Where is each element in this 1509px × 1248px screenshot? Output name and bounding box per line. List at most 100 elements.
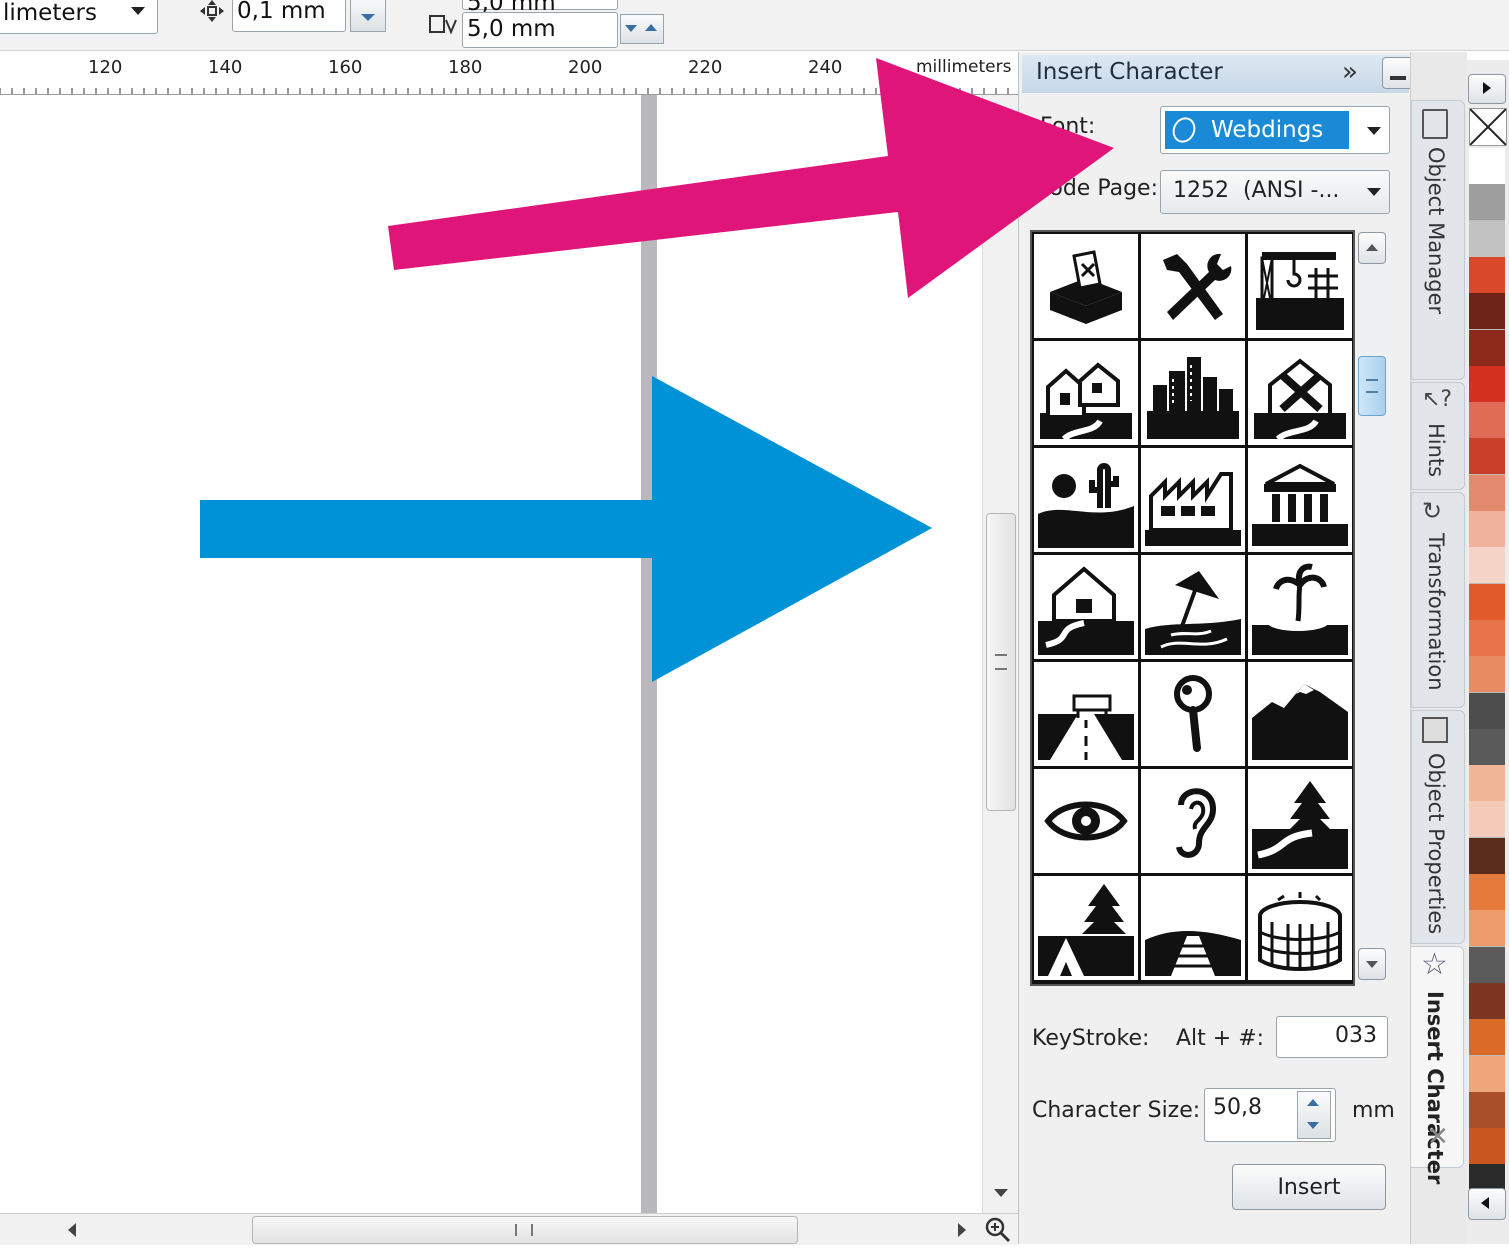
magnifier-icon[interactable] (1141, 662, 1245, 766)
house-deleted-icon[interactable] (1248, 341, 1352, 445)
nudge-stepper[interactable] (350, 0, 386, 32)
double-chevron-right-icon[interactable]: » (1342, 57, 1358, 87)
color-swatch[interactable] (1469, 474, 1505, 512)
color-swatch[interactable] (1469, 1091, 1505, 1129)
drawing-canvas[interactable] (0, 95, 982, 1213)
color-swatch[interactable] (1469, 837, 1505, 875)
chevron-down-icon (1367, 127, 1381, 135)
grid-scroll-thumb[interactable] (1358, 356, 1386, 416)
vertical-scroll-thumb[interactable] (986, 513, 1016, 811)
palette-scroll-up-button[interactable] (1468, 74, 1506, 104)
factory-icon[interactable] (1141, 448, 1245, 552)
tab-object-properties[interactable]: Object Properties (1411, 710, 1465, 944)
scroll-up-button[interactable] (1358, 232, 1386, 264)
horizontal-scrollbar[interactable] (0, 1213, 1018, 1245)
color-swatch[interactable] (1469, 946, 1505, 984)
highway-icon[interactable] (1034, 662, 1138, 766)
char-size-unit: mm (1352, 1098, 1395, 1123)
color-swatch[interactable] (1469, 329, 1505, 367)
dup-y-stepper[interactable] (620, 14, 664, 44)
color-swatch[interactable] (1469, 1019, 1505, 1057)
tools-icon[interactable] (1141, 234, 1245, 338)
character-grid-scrollbar[interactable] (1356, 230, 1388, 982)
color-swatch[interactable] (1469, 438, 1505, 476)
keystroke-input[interactable]: 033 (1276, 1016, 1388, 1058)
code-page-value: 1252 (ANSI -... (1173, 178, 1340, 203)
tab-transformation[interactable]: ↻ Transformation (1411, 492, 1465, 708)
no-color-swatch[interactable] (1469, 108, 1507, 146)
nudge-input[interactable]: 0,1 mm (232, 0, 346, 32)
color-swatch[interactable] (1469, 619, 1505, 657)
color-swatch[interactable] (1469, 910, 1505, 948)
house-road-icon[interactable] (1034, 555, 1138, 659)
stadium-icon[interactable] (1248, 876, 1352, 980)
color-swatch[interactable] (1469, 874, 1505, 911)
houses-icon[interactable] (1034, 341, 1138, 445)
color-swatch[interactable] (1469, 765, 1505, 803)
island-icon[interactable] (1248, 555, 1352, 659)
tab-hints[interactable]: ↖? Hints (1411, 382, 1465, 490)
color-swatch[interactable] (1469, 256, 1505, 294)
dup-x-input[interactable]: 5,0 mm (462, 0, 618, 16)
color-swatch[interactable] (1469, 728, 1505, 766)
horizontal-scroll-thumb[interactable] (252, 1216, 798, 1244)
hints-icon: ↖? (1422, 387, 1453, 412)
color-swatch[interactable] (1469, 801, 1505, 839)
scroll-right-arrow-icon[interactable] (958, 1223, 966, 1237)
eye-icon[interactable] (1034, 769, 1138, 873)
color-swatch[interactable] (1469, 692, 1505, 730)
zoom-icon[interactable] (984, 1216, 1012, 1248)
color-swatch[interactable] (1469, 511, 1505, 548)
mountain-icon[interactable] (1248, 662, 1352, 766)
code-page-dropdown[interactable]: 1252 (ANSI -... (1160, 170, 1390, 214)
insert-button[interactable]: Insert (1232, 1164, 1386, 1210)
ruler-label: 180 (448, 57, 483, 78)
scroll-down-arrow-icon[interactable] (994, 1189, 1008, 1197)
object-properties-icon (1422, 717, 1448, 743)
units-dropdown[interactable]: limeters (0, 0, 158, 34)
palette-scroll-left-button[interactable] (1468, 1188, 1506, 1220)
color-swatch[interactable] (1469, 656, 1505, 694)
char-size-input[interactable]: 50,8 (1204, 1088, 1336, 1142)
vertical-scrollbar[interactable] (982, 95, 1019, 1215)
arrow-down-icon (1307, 1122, 1319, 1129)
font-value: Webdings (1211, 117, 1324, 143)
desert-icon[interactable] (1034, 448, 1138, 552)
chevron-down-icon (1367, 188, 1381, 196)
color-swatch[interactable] (1469, 184, 1505, 222)
ear-icon[interactable] (1141, 769, 1245, 873)
docker-title-bar[interactable]: Insert Character » ✕ (1022, 55, 1454, 93)
color-swatch[interactable] (1469, 220, 1505, 258)
city-icon[interactable] (1141, 341, 1245, 445)
beach-umbrella-icon[interactable] (1141, 555, 1245, 659)
color-swatch[interactable] (1469, 293, 1505, 331)
government-building-icon[interactable] (1248, 448, 1352, 552)
nudge-icon (198, 0, 226, 28)
scroll-left-arrow-icon[interactable] (68, 1223, 76, 1237)
arrow-up-icon (1307, 1099, 1319, 1106)
dup-y-input[interactable]: 5,0 mm (462, 12, 618, 48)
ruler-label: 220 (688, 57, 723, 78)
construction-crane-icon[interactable] (1248, 234, 1352, 338)
transformation-icon: ↻ (1422, 497, 1443, 525)
color-swatch[interactable] (1469, 402, 1505, 440)
char-size-stepper[interactable] (1297, 1091, 1331, 1139)
character-grid[interactable] (1030, 230, 1355, 986)
close-docker-icon[interactable]: ✕ (1427, 1122, 1449, 1152)
color-swatch[interactable] (1469, 583, 1505, 621)
forest-road-icon[interactable] (1248, 769, 1352, 873)
color-swatch[interactable] (1469, 547, 1505, 585)
ballot-box-icon[interactable] (1034, 234, 1138, 338)
railway-icon[interactable] (1141, 876, 1245, 980)
color-swatch[interactable] (1469, 148, 1505, 185)
color-swatch[interactable] (1469, 982, 1505, 1020)
font-dropdown[interactable]: Webdings (1160, 106, 1390, 154)
color-swatch[interactable] (1469, 365, 1505, 403)
tab-label: Object Manager (1424, 147, 1448, 315)
horizontal-ruler[interactable]: 120 140 160 180 200 220 240 millimeters (0, 52, 1018, 95)
scroll-down-button[interactable] (1358, 948, 1386, 980)
color-swatch[interactable] (1469, 1128, 1505, 1166)
color-swatch[interactable] (1469, 1055, 1505, 1093)
camping-icon[interactable] (1034, 876, 1138, 980)
tab-object-manager[interactable]: Object Manager (1411, 100, 1465, 380)
